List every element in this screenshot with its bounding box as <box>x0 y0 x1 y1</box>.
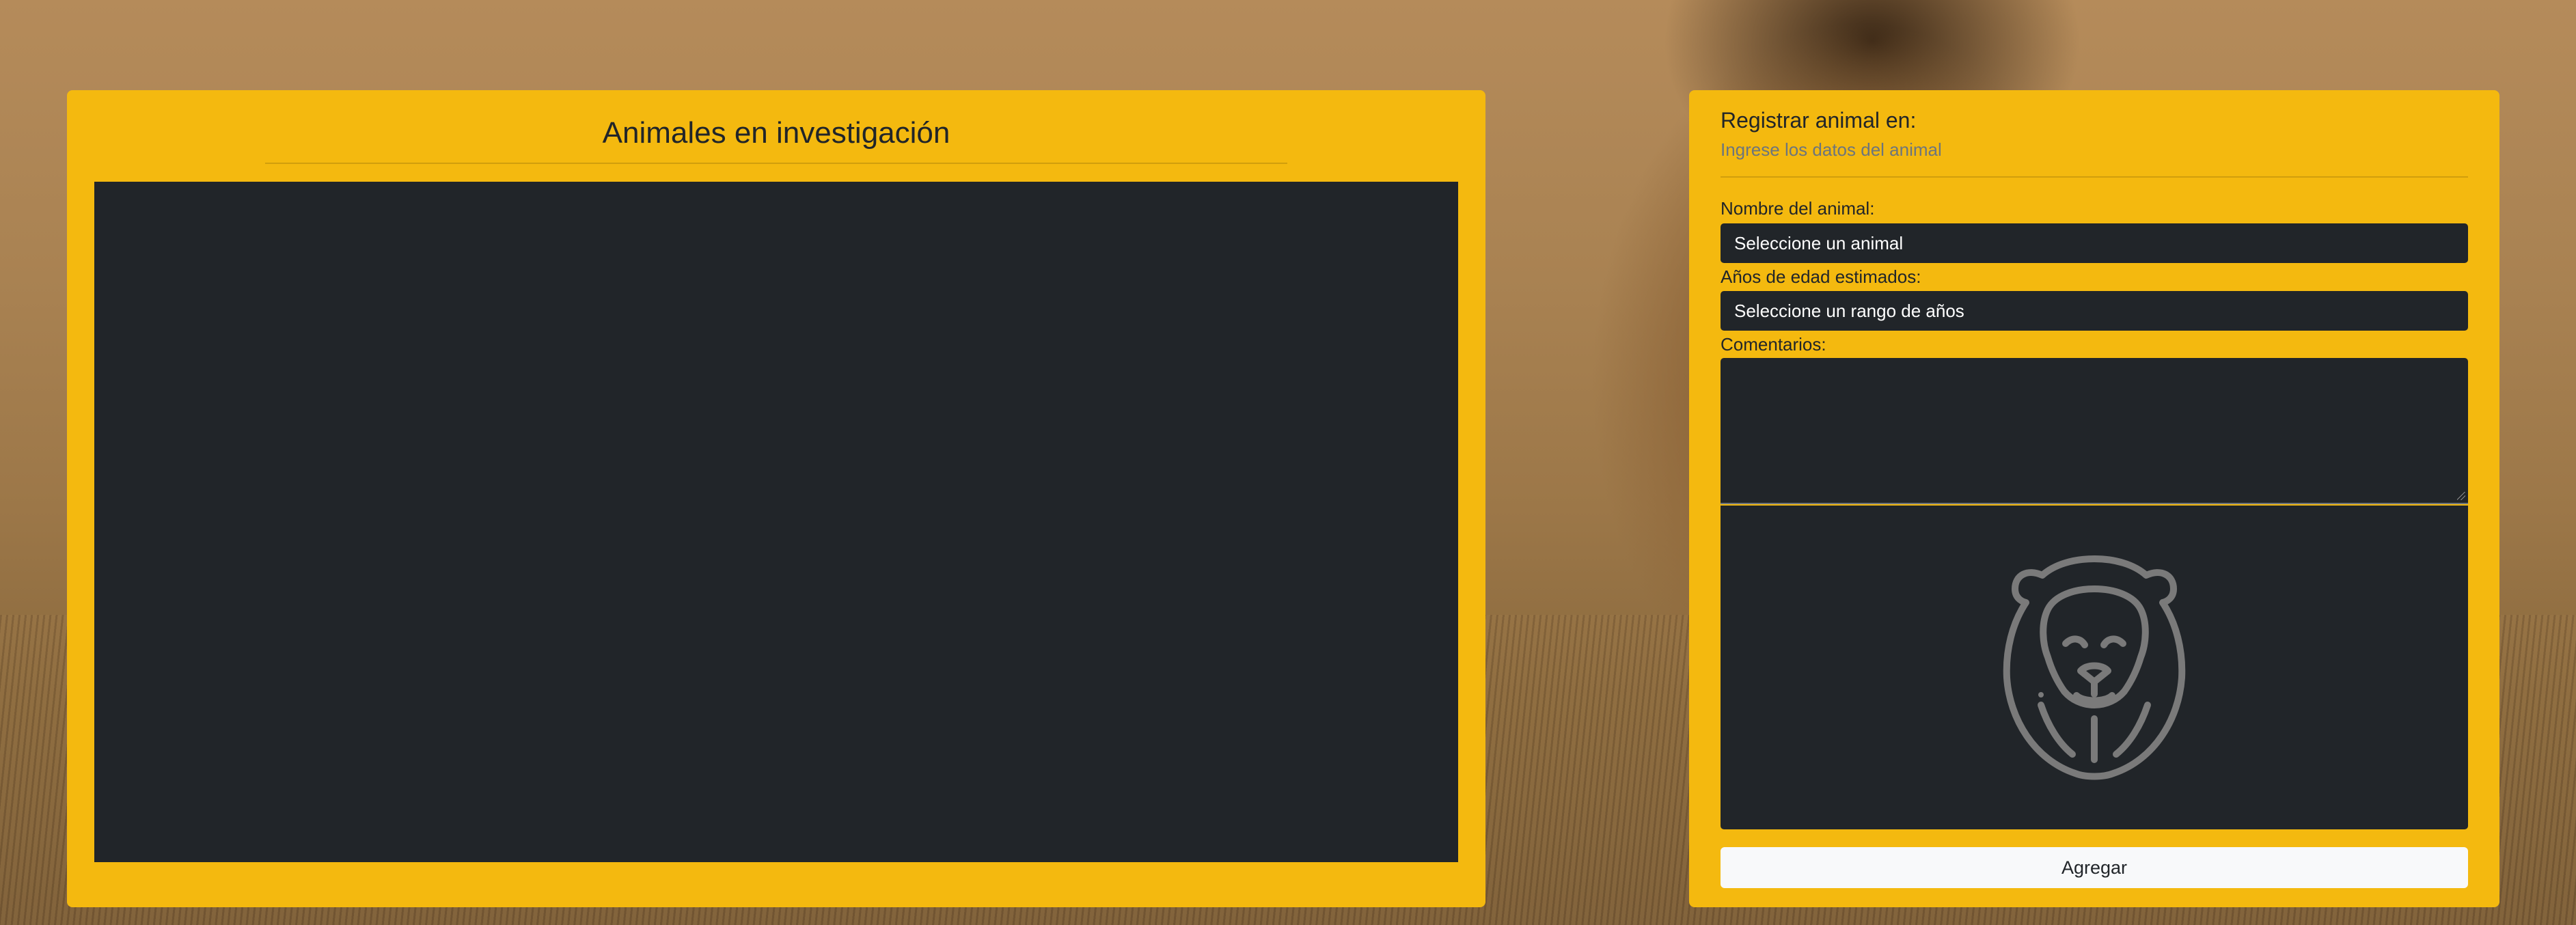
form-title: Registrar animal en: <box>1721 108 1917 133</box>
add-button[interactable]: Agregar <box>1721 847 2468 888</box>
form-subtitle: Ingrese los datos del animal <box>1721 139 1942 160</box>
animal-name-label: Nombre del animal: <box>1721 198 1875 219</box>
age-select[interactable]: Seleccione un rango de años <box>1721 291 2468 331</box>
title-divider <box>265 163 1287 164</box>
animal-preview <box>1721 506 2468 829</box>
panel-title: Animales en investigación <box>602 116 950 150</box>
comments-label: Comentarios: <box>1721 334 1826 355</box>
animals-panel: Animales en investigación <box>67 90 1485 907</box>
animals-list-area <box>94 182 1458 862</box>
form-divider <box>1721 176 2468 178</box>
comments-textarea[interactable] <box>1721 358 2468 504</box>
age-label: Años de edad estimados: <box>1721 266 1921 287</box>
register-form-panel: Registrar animal en: Ingrese los datos d… <box>1689 90 2499 907</box>
animal-select[interactable]: Seleccione un animal <box>1721 223 2468 263</box>
lion-icon <box>2003 555 2186 780</box>
resize-grip-icon[interactable] <box>2457 492 2465 500</box>
